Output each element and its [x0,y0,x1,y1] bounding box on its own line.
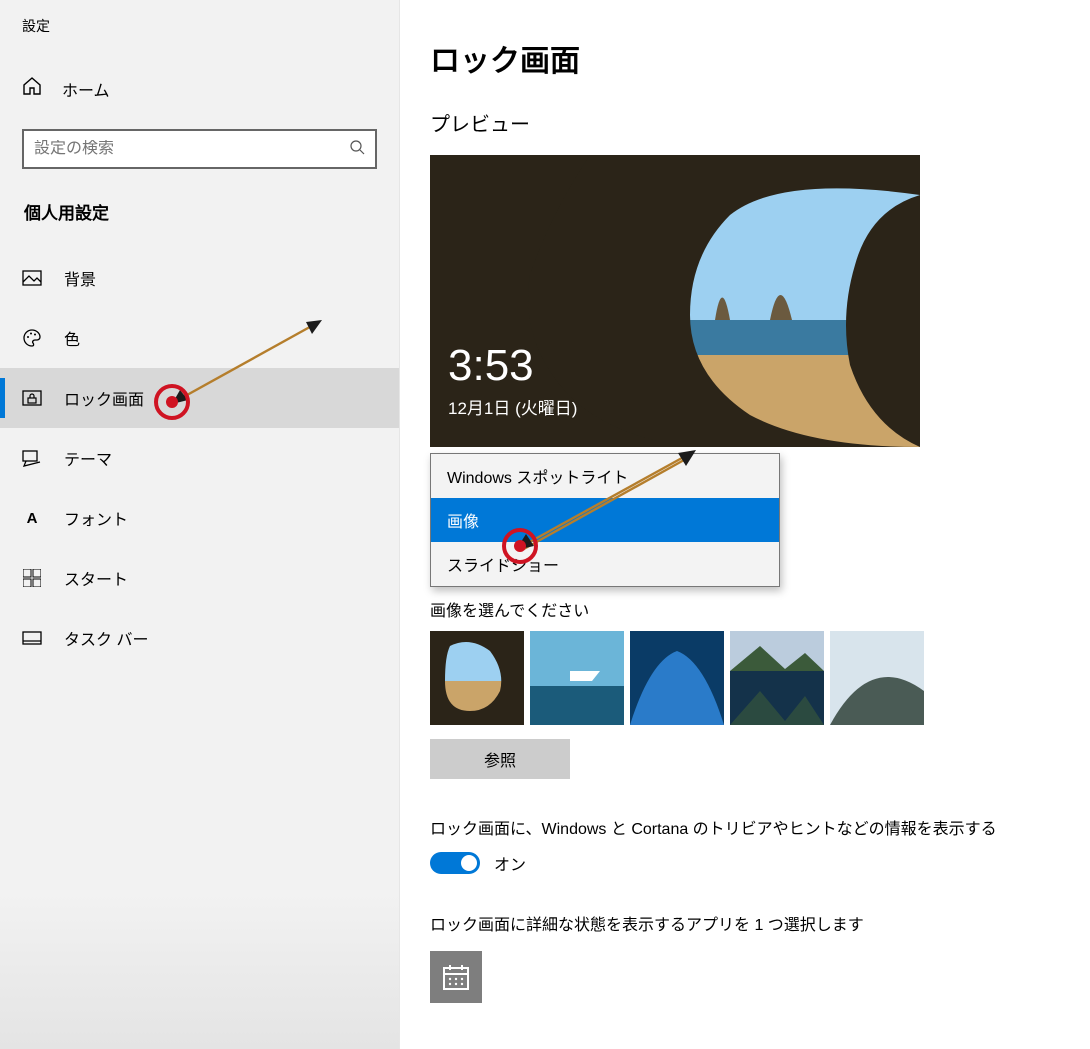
preview-heading: プレビュー [430,108,1060,137]
nav-label: ロック画面 [64,386,144,410]
detailed-status-app-button[interactable] [430,951,482,1003]
font-icon: A [22,510,42,527]
lock-screen-preview: 3:53 12月1日 (火曜日) [430,155,920,447]
nav-start[interactable]: スタート [0,548,399,608]
nav-label: タスク バー [64,626,148,650]
start-icon [22,569,42,587]
thumbnail-picture[interactable] [430,631,524,725]
page-title: ロック画面 [430,36,1060,80]
nav-fonts[interactable]: A フォント [0,488,399,548]
thumbnail-picture[interactable] [830,631,924,725]
theme-icon [22,448,42,468]
preview-clock: 3:53 [448,341,534,391]
nav-taskbar[interactable]: タスク バー [0,608,399,668]
calendar-icon [442,963,470,991]
search-icon [349,139,365,160]
main-content: ロック画面 プレビュー 3:53 12月1日 (火曜日) Windows スポッ… [400,0,1090,1049]
window-title: 設定 [0,16,399,66]
nav-background[interactable]: 背景 [0,248,399,308]
settings-sidebar: 設定 ホーム 個人用設定 背景 色 ロック画面 テー [0,0,400,1049]
taskbar-icon [22,631,42,645]
home-label: ホーム [62,77,110,101]
picture-thumbnails [430,631,1060,725]
dropdown-option-slideshow[interactable]: スライドショー [431,542,779,586]
palette-icon [22,328,42,348]
nav-label: 背景 [64,266,96,290]
preview-date: 12月1日 (火曜日) [448,394,577,419]
browse-button[interactable]: 参照 [430,739,570,779]
tips-toggle-label: ロック画面に、Windows と Cortana のトリビアやヒントなどの情報を… [430,815,1060,839]
dropdown-option-picture[interactable]: 画像 [431,498,779,542]
thumbnail-picture[interactable] [730,631,824,725]
nav-colors[interactable]: 色 [0,308,399,368]
background-dropdown[interactable]: Windows スポットライト 画像 スライドショー [430,453,780,587]
nav-themes[interactable]: テーマ [0,428,399,488]
picture-icon [22,270,42,286]
search-field[interactable] [34,140,349,158]
detailed-status-label: ロック画面に詳細な状態を表示するアプリを 1 つ選択します [430,911,1060,935]
section-heading: 個人用設定 [0,199,399,248]
thumbnail-picture[interactable] [630,631,724,725]
toggle-state-text: オン [494,851,526,875]
lock-screen-icon [22,390,42,406]
dropdown-option-spotlight[interactable]: Windows スポットライト [431,454,779,498]
tips-toggle[interactable] [430,852,480,874]
nav-label: テーマ [64,446,112,470]
home-icon [22,76,42,101]
nav-label: フォント [64,506,128,530]
nav-lock-screen[interactable]: ロック画面 [0,368,399,428]
nav-label: スタート [64,566,128,590]
home-button[interactable]: ホーム [0,66,399,111]
nav-label: 色 [64,326,80,350]
search-input[interactable] [22,129,377,169]
thumbnail-picture[interactable] [530,631,624,725]
